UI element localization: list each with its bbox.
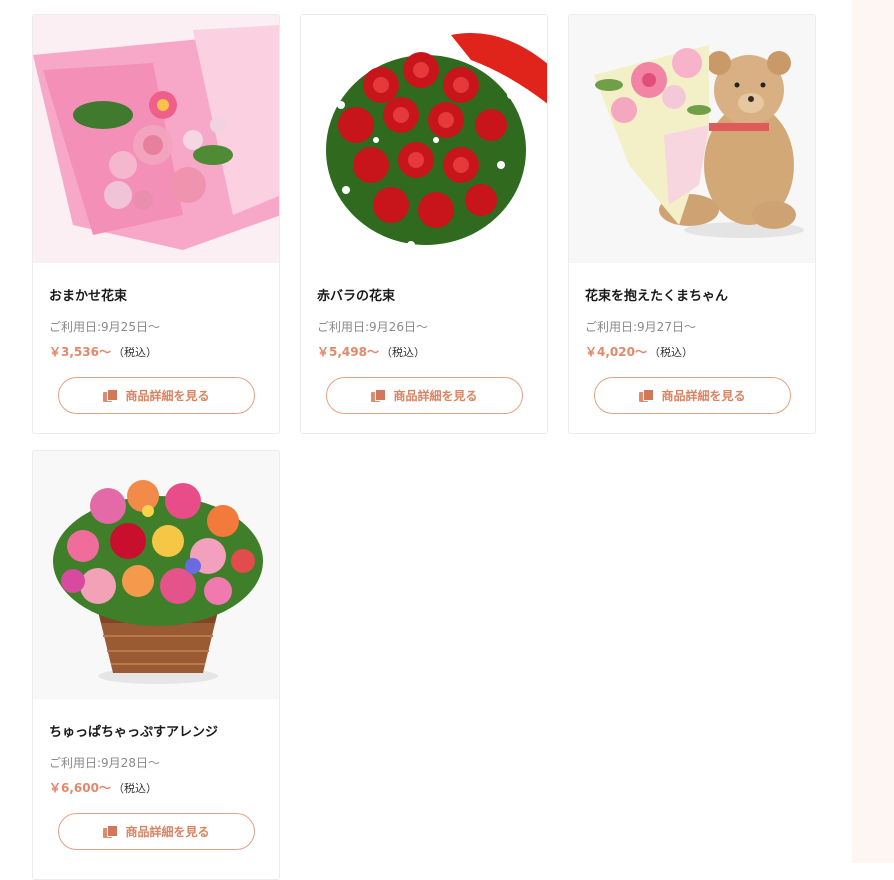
copy-icon — [103, 388, 119, 403]
product-name[interactable]: 花束を抱えたくまちゃん — [585, 285, 728, 304]
availability-date: ご利用日:9月25日〜 — [49, 320, 160, 334]
product-name[interactable]: 赤バラの花束 — [317, 285, 395, 304]
copy-icon — [103, 824, 119, 839]
product-image-teddy-bear-bouquet[interactable] — [569, 15, 816, 263]
price: ￥4,020〜 — [585, 345, 647, 359]
tax-label: （税込） — [648, 346, 693, 359]
price-line: ￥6,600〜 （税込） — [49, 777, 157, 796]
availability-date: ご利用日:9月27日〜 — [585, 320, 696, 334]
product-image-pink-bouquet[interactable] — [33, 15, 280, 263]
view-details-button[interactable]: 商品詳細を見る — [58, 377, 255, 414]
price: ￥5,498〜 — [317, 345, 379, 359]
view-details-label: 商品詳細を見る — [393, 389, 478, 403]
price: ￥6,600〜 — [49, 781, 111, 795]
product-card[interactable]: おまかせ花束 ご利用日:9月25日〜 ￥3,536〜 （税込） 商品詳細を見る — [32, 14, 280, 434]
price-line: ￥3,536〜 （税込） — [49, 341, 157, 360]
price: ￥3,536〜 — [49, 345, 111, 359]
copy-icon — [639, 388, 655, 403]
copy-icon — [371, 388, 387, 403]
product-image-basket-arrangement[interactable] — [33, 451, 280, 699]
tax-label: （税込） — [112, 782, 157, 795]
right-background-strip — [852, 0, 894, 863]
product-name[interactable]: おまかせ花束 — [49, 285, 127, 304]
product-card[interactable]: 花束を抱えたくまちゃん ご利用日:9月27日〜 ￥4,020〜 （税込） 商品詳細… — [568, 14, 816, 434]
product-name[interactable]: ちゅっぱちゃっぷすアレンジ — [49, 721, 218, 740]
view-details-label: 商品詳細を見る — [661, 389, 746, 403]
view-details-label: 商品詳細を見る — [125, 389, 210, 403]
product-card[interactable]: ちゅっぱちゃっぷすアレンジ ご利用日:9月28日〜 ￥6,600〜 （税込） 商品… — [32, 450, 280, 880]
availability-date: ご利用日:9月28日〜 — [49, 756, 160, 770]
view-details-button[interactable]: 商品詳細を見る — [58, 813, 255, 850]
tax-label: （税込） — [112, 346, 157, 359]
availability-date: ご利用日:9月26日〜 — [317, 320, 428, 334]
product-image-red-rose-bouquet[interactable] — [301, 15, 548, 263]
view-details-button[interactable]: 商品詳細を見る — [594, 377, 791, 414]
view-details-label: 商品詳細を見る — [125, 825, 210, 839]
view-details-button[interactable]: 商品詳細を見る — [326, 377, 523, 414]
price-line: ￥5,498〜 （税込） — [317, 341, 425, 360]
price-line: ￥4,020〜 （税込） — [585, 341, 693, 360]
tax-label: （税込） — [380, 346, 425, 359]
product-card[interactable]: 赤バラの花束 ご利用日:9月26日〜 ￥5,498〜 （税込） 商品詳細を見る — [300, 14, 548, 434]
